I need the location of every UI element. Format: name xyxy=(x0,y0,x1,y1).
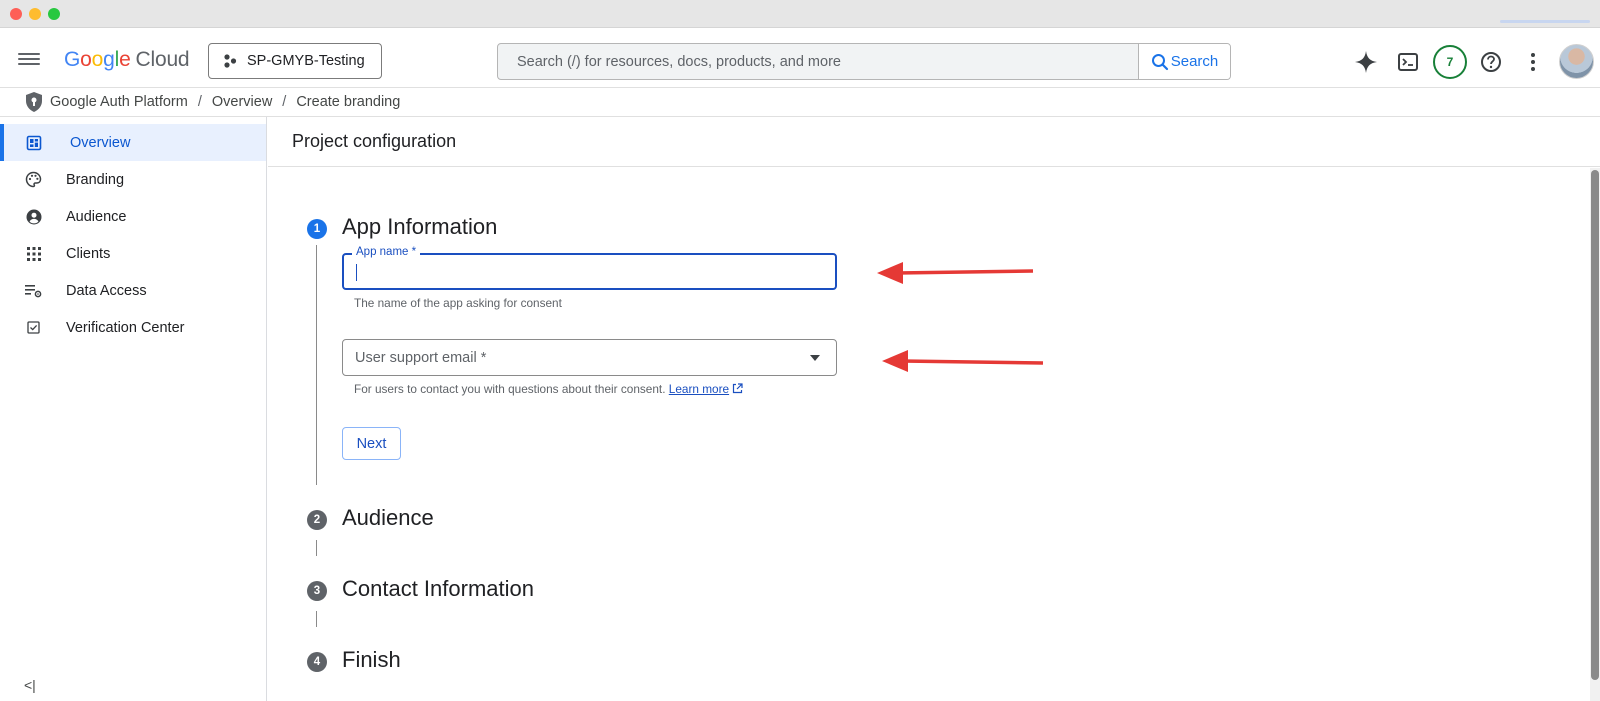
logo-letter: e xyxy=(119,48,131,71)
step-title-app-information[interactable]: App Information xyxy=(342,214,497,240)
page-title: Project configuration xyxy=(292,131,457,151)
breadcrumb-overview[interactable]: Overview xyxy=(212,94,272,110)
text-cursor xyxy=(356,264,357,281)
support-email-helper-text: For users to contact you with questions … xyxy=(354,382,666,396)
zoom-window-button[interactable] xyxy=(48,8,60,20)
menu-icon[interactable] xyxy=(18,50,40,72)
divider xyxy=(268,166,1600,167)
step-title-contact-information[interactable]: Contact Information xyxy=(342,576,534,602)
dashboard-icon xyxy=(25,134,42,151)
breadcrumb: Google Auth Platform / Overview / Create… xyxy=(24,90,400,114)
step-title-finish[interactable]: Finish xyxy=(342,647,401,673)
learn-more-link[interactable]: Learn more xyxy=(669,382,729,396)
sidebar-item-label: Audience xyxy=(66,208,127,225)
logo-cloud-text: Cloud xyxy=(135,48,190,71)
gemini-sparkle-icon[interactable] xyxy=(1351,47,1381,77)
step-title-audience[interactable]: Audience xyxy=(342,505,434,531)
breadcrumb-auth-platform[interactable]: Google Auth Platform xyxy=(50,94,188,110)
help-icon[interactable] xyxy=(1476,47,1506,77)
logo-letter: o xyxy=(91,48,104,71)
app-name-field[interactable]: App name * xyxy=(342,246,837,290)
list-settings-icon xyxy=(25,282,42,299)
open-in-new-icon xyxy=(733,383,743,394)
breadcrumb-separator: / xyxy=(282,94,287,110)
step-number: 1 xyxy=(307,219,327,239)
sidebar-item-overview[interactable]: Overview xyxy=(0,124,266,161)
minimize-window-button[interactable] xyxy=(29,8,41,20)
sidebar-item-label: Branding xyxy=(66,171,125,188)
search-button-label: Search xyxy=(1170,53,1219,70)
checkbox-icon xyxy=(25,319,42,336)
avatar[interactable] xyxy=(1559,44,1594,79)
logo-letter: G xyxy=(64,48,81,71)
step-number: 2 xyxy=(307,510,327,530)
sidebar-item-label: Overview xyxy=(70,134,131,151)
logo-letter: g xyxy=(103,48,115,71)
sidebar: Overview Branding Audience Clients Data … xyxy=(0,117,267,701)
titlebar-accent xyxy=(1500,20,1590,23)
more-vert-icon[interactable] xyxy=(1518,47,1548,77)
app-name-label: App name * xyxy=(352,246,421,258)
sidebar-item-label: Data Access xyxy=(66,282,147,299)
step-connector xyxy=(316,611,317,627)
close-window-button[interactable] xyxy=(10,8,22,20)
support-email-placeholder: User support email * xyxy=(355,350,487,366)
search-bar: Search xyxy=(497,43,1231,80)
breadcrumb-separator: / xyxy=(197,94,202,110)
step-connector xyxy=(316,540,317,556)
shield-icon xyxy=(26,92,42,112)
sidebar-item-label: Clients xyxy=(66,245,111,262)
sidebar-item-verification-center[interactable]: Verification Center xyxy=(0,309,266,346)
annotation-arrow-icon xyxy=(882,350,1044,372)
palette-icon xyxy=(25,171,42,188)
google-cloud-logo[interactable]: Google Cloud xyxy=(64,48,190,72)
top-header: GoogleCloud SP-GMYB-Testing Search 7 xyxy=(0,36,1600,88)
browser-titlebar xyxy=(0,0,1600,28)
dropdown-arrow-icon xyxy=(810,355,820,361)
account-circle-icon xyxy=(25,208,42,225)
sidebar-item-label: Verification Center xyxy=(66,319,185,336)
support-email-select[interactable]: User support email * xyxy=(342,339,837,376)
project-picker-button[interactable]: SP-GMYB-Testing xyxy=(208,43,382,79)
notification-badge[interactable]: 7 xyxy=(1433,45,1467,79)
step-number: 4 xyxy=(307,652,327,672)
support-email-helper: For users to contact you with questions … xyxy=(354,382,743,396)
collapse-sidebar-button[interactable]: <| xyxy=(24,677,36,693)
step-connector xyxy=(316,245,317,485)
step-number: 3 xyxy=(307,581,327,601)
logo-letter: o xyxy=(80,48,92,71)
search-icon xyxy=(1151,53,1168,70)
next-button[interactable]: Next xyxy=(342,427,401,460)
app-name-helper: The name of the app asking for consent xyxy=(354,296,562,310)
sidebar-item-data-access[interactable]: Data Access xyxy=(0,272,266,309)
search-button[interactable]: Search xyxy=(1138,44,1230,79)
sidebar-item-clients[interactable]: Clients xyxy=(0,235,266,272)
project-hierarchy-icon xyxy=(224,54,237,68)
search-input[interactable] xyxy=(498,44,1138,79)
sidebar-item-audience[interactable]: Audience xyxy=(0,198,266,235)
scrollbar[interactable] xyxy=(1590,168,1600,701)
scrollbar-thumb[interactable] xyxy=(1591,170,1599,680)
sidebar-item-branding[interactable]: Branding xyxy=(0,161,266,198)
cloud-shell-icon[interactable] xyxy=(1393,47,1423,77)
breadcrumb-create-branding: Create branding xyxy=(296,94,401,110)
apps-grid-icon xyxy=(25,245,42,262)
project-name: SP-GMYB-Testing xyxy=(247,53,365,69)
annotation-arrow-icon xyxy=(877,262,1034,284)
